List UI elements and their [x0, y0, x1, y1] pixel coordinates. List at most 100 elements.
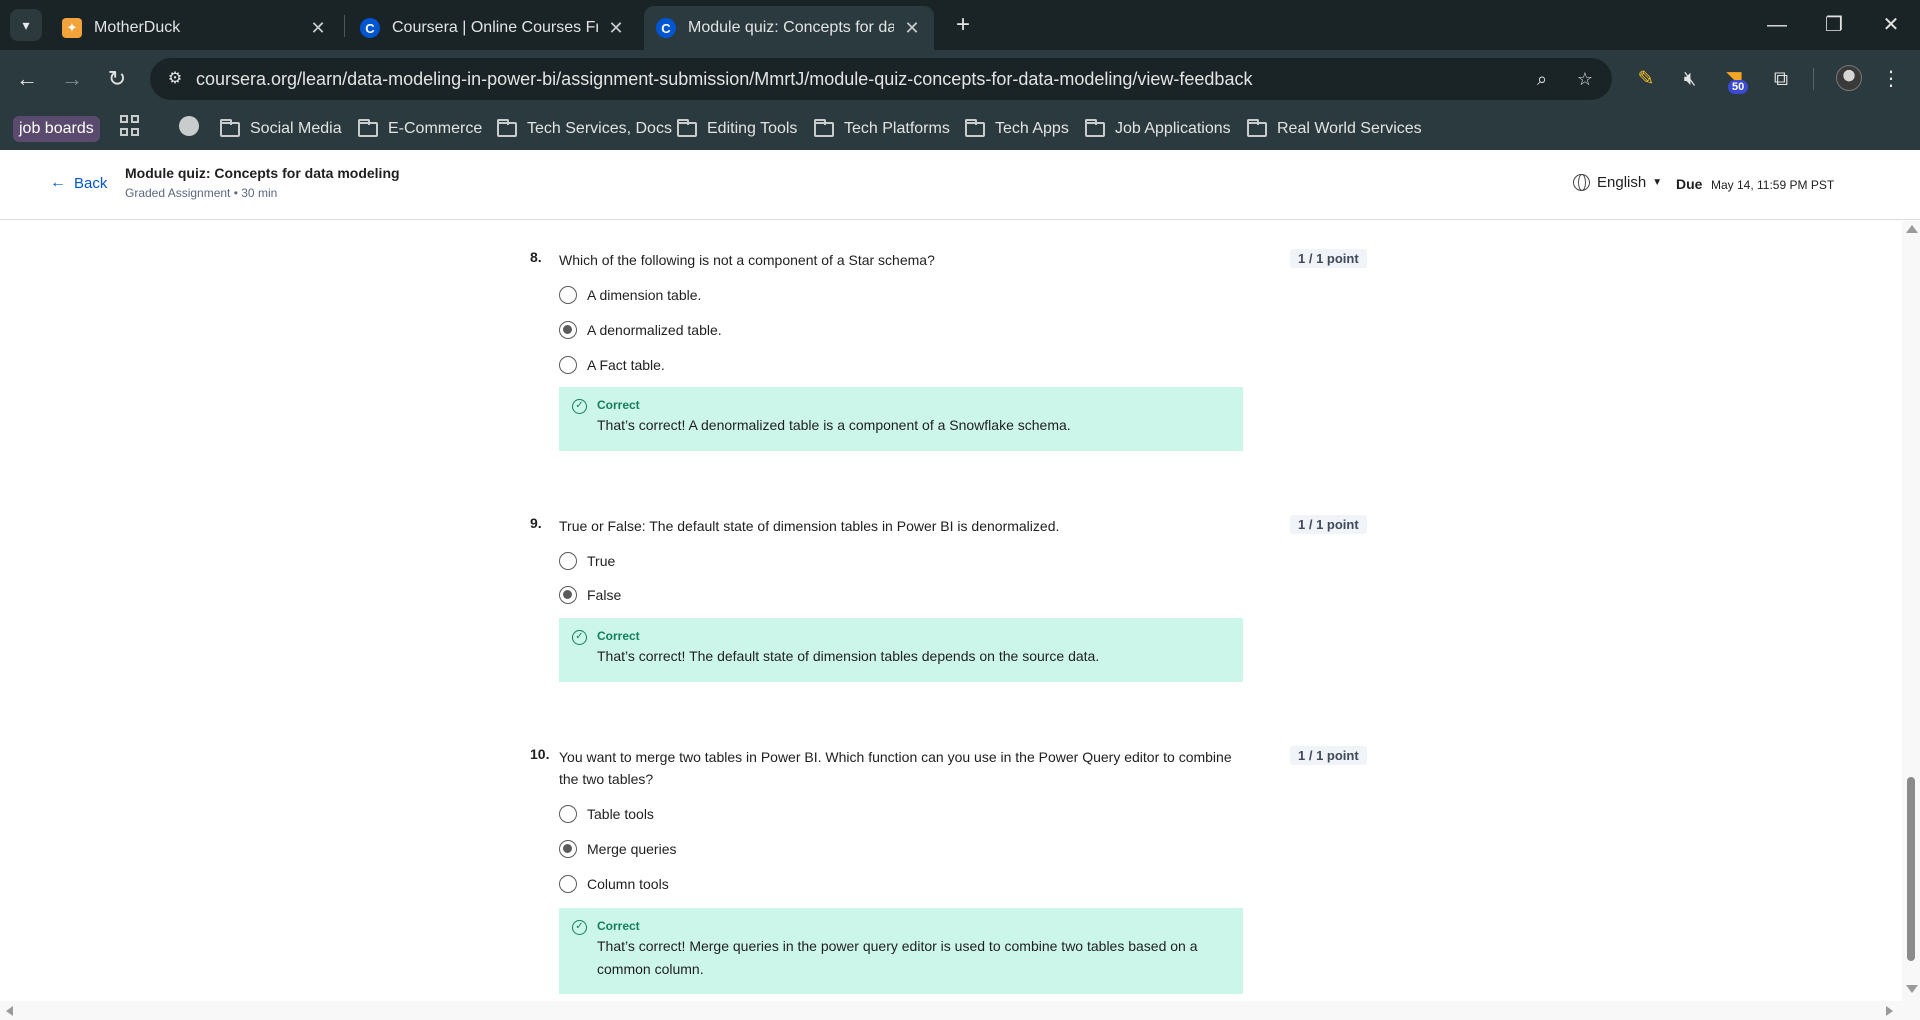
question-number: 8. [530, 249, 542, 265]
bookmark-label: Tech Platforms [844, 120, 950, 137]
browser-toolbar: ← → ↻ ⚙ coursera.org/learn/data-modeling… [0, 50, 1920, 108]
radio-button-checked[interactable] [559, 321, 577, 339]
radio-button[interactable] [559, 286, 577, 304]
scroll-left-arrow-icon[interactable] [6, 1006, 13, 1016]
reload-button[interactable]: ↻ [102, 64, 132, 94]
answer-option[interactable]: A Fact table. [559, 356, 665, 374]
bookmark-folder-tech-apps[interactable]: Tech Apps [965, 116, 1069, 142]
answer-option[interactable]: A dimension table. [559, 286, 701, 304]
folder-icon [677, 118, 697, 137]
highlighter-extension-icon[interactable]: ✎ [1632, 66, 1660, 92]
language-label: English [1597, 174, 1647, 191]
answer-option-selected[interactable]: A denormalized table. [559, 321, 722, 339]
scrollbar-thumb[interactable] [1907, 777, 1915, 961]
profile-avatar[interactable] [1836, 65, 1862, 91]
option-label: False [587, 587, 622, 603]
bookmark-folder-job-applications[interactable]: Job Applications [1085, 116, 1231, 142]
tab-motherduck[interactable]: ✦ MotherDuck ✕ [50, 6, 340, 50]
bookmark-folder-social-media[interactable]: Social Media [220, 116, 342, 142]
radio-button[interactable] [559, 552, 577, 570]
bookmark-job-boards[interactable]: job boards [13, 116, 100, 142]
plus-icon: + [955, 11, 970, 38]
assignment-subtitle: Graded Assignment • 30 min [125, 186, 278, 200]
chevron-down-icon: ▼ [1652, 177, 1663, 188]
feedback-label: Correct [597, 398, 640, 412]
answer-option[interactable]: Table tools [559, 805, 654, 823]
extension-badge: 50 [1728, 80, 1749, 94]
coursera-icon: C [360, 18, 380, 38]
option-label: Column tools [587, 876, 669, 892]
close-icon[interactable]: ✕ [902, 18, 922, 39]
kebab-menu-icon[interactable]: ⋮ [1877, 66, 1905, 92]
option-label: True [587, 553, 616, 569]
radio-button[interactable] [559, 875, 577, 893]
globe-icon [1573, 174, 1590, 191]
address-bar[interactable]: ⚙ coursera.org/learn/data-modeling-in-po… [150, 58, 1612, 100]
question-text: True or False: The default state of dime… [559, 518, 1060, 534]
bookmark-folder-e-commerce[interactable]: E-Commerce [358, 116, 482, 142]
tab-title: Coursera | Online Courses From [392, 19, 598, 36]
forward-button[interactable]: → [57, 64, 87, 94]
answer-option-selected[interactable]: Merge queries [559, 840, 677, 858]
site-info-icon[interactable]: ⚙ [164, 68, 186, 90]
radio-button-checked[interactable] [559, 586, 577, 604]
feedback-correct: ✓ Correct That’s correct! A denormalized… [559, 387, 1243, 451]
scroll-down-arrow-icon[interactable] [1906, 985, 1918, 993]
scroll-right-arrow-icon[interactable] [1886, 1006, 1893, 1016]
bookmark-folder-tech-platforms[interactable]: Tech Platforms [814, 116, 950, 142]
star-icon[interactable]: ☆ [1574, 68, 1596, 90]
due-date: May 14, 11:59 PM PST [1711, 178, 1835, 192]
radio-button[interactable] [559, 356, 577, 374]
folder-icon [358, 118, 378, 137]
feedback-correct: ✓ Correct That’s correct! The default st… [559, 618, 1243, 682]
option-label: A Fact table. [587, 357, 665, 373]
due-label: Due [1676, 176, 1703, 192]
mute-icon[interactable]: 🔇︎ [1676, 66, 1704, 92]
answer-option[interactable]: True [559, 552, 615, 570]
vertical-scrollbar[interactable] [1902, 221, 1920, 1001]
minimize-button[interactable]: — [1763, 12, 1791, 38]
back-link[interactable]: ← Back [50, 174, 107, 192]
bookmark-label: E-Commerce [388, 120, 483, 137]
arrow-left-icon: ← [16, 66, 38, 91]
tab-module-quiz[interactable]: C Module quiz: Concepts for data ✕ [644, 6, 934, 50]
radio-button-checked[interactable] [559, 840, 577, 858]
apps-grid-icon[interactable] [120, 115, 142, 137]
bookmark-folder-editing-tools[interactable]: Editing Tools [677, 116, 797, 142]
language-selector[interactable]: English ▼ [1573, 174, 1662, 191]
close-icon[interactable]: ✕ [606, 18, 626, 39]
folder-icon [965, 118, 985, 137]
minimize-icon: — [1767, 14, 1787, 36]
bookmark-label: Tech Apps [995, 120, 1069, 137]
answer-option[interactable]: Column tools [559, 875, 669, 893]
bookmark-label: Editing Tools [707, 120, 798, 137]
zoom-icon[interactable]: ⌕ [1531, 68, 1553, 90]
horizontal-scrollbar[interactable] [0, 1001, 1920, 1020]
question-number: 10. [530, 746, 550, 762]
feedback-text: That’s correct! A denormalized table is … [597, 417, 1071, 433]
globe-icon[interactable] [179, 116, 199, 136]
radio-button[interactable] [559, 805, 577, 823]
tab-coursera-home[interactable]: C Coursera | Online Courses From ✕ [348, 6, 638, 50]
restore-button[interactable]: ❐ [1820, 12, 1848, 38]
new-tab-button[interactable]: + [950, 12, 976, 38]
bookmark-label: Job Applications [1115, 120, 1231, 137]
tab-search-button[interactable]: ▾ [10, 9, 42, 41]
extensions-puzzle-icon[interactable]: ⧉ [1767, 66, 1795, 92]
question-number: 9. [530, 515, 542, 531]
close-icon: ✕ [1882, 14, 1900, 36]
bookmark-folder-tech-services[interactable]: Tech Services, Docs [497, 116, 672, 142]
close-icon[interactable]: ✕ [308, 18, 328, 39]
scroll-up-arrow-icon[interactable] [1906, 225, 1918, 233]
back-button[interactable]: ← [12, 64, 42, 94]
url-text[interactable]: coursera.org/learn/data-modeling-in-powe… [196, 69, 1252, 90]
answer-option-selected[interactable]: False [559, 586, 621, 604]
folder-icon [220, 118, 240, 137]
folder-icon [1247, 118, 1267, 137]
check-circle-icon: ✓ [572, 399, 587, 414]
option-label: Table tools [587, 806, 654, 822]
bookmark-folder-real-world-services[interactable]: Real World Services [1247, 116, 1422, 142]
back-label: Back [74, 174, 108, 192]
close-window-button[interactable]: ✕ [1877, 12, 1905, 38]
option-label: A dimension table. [587, 287, 702, 303]
